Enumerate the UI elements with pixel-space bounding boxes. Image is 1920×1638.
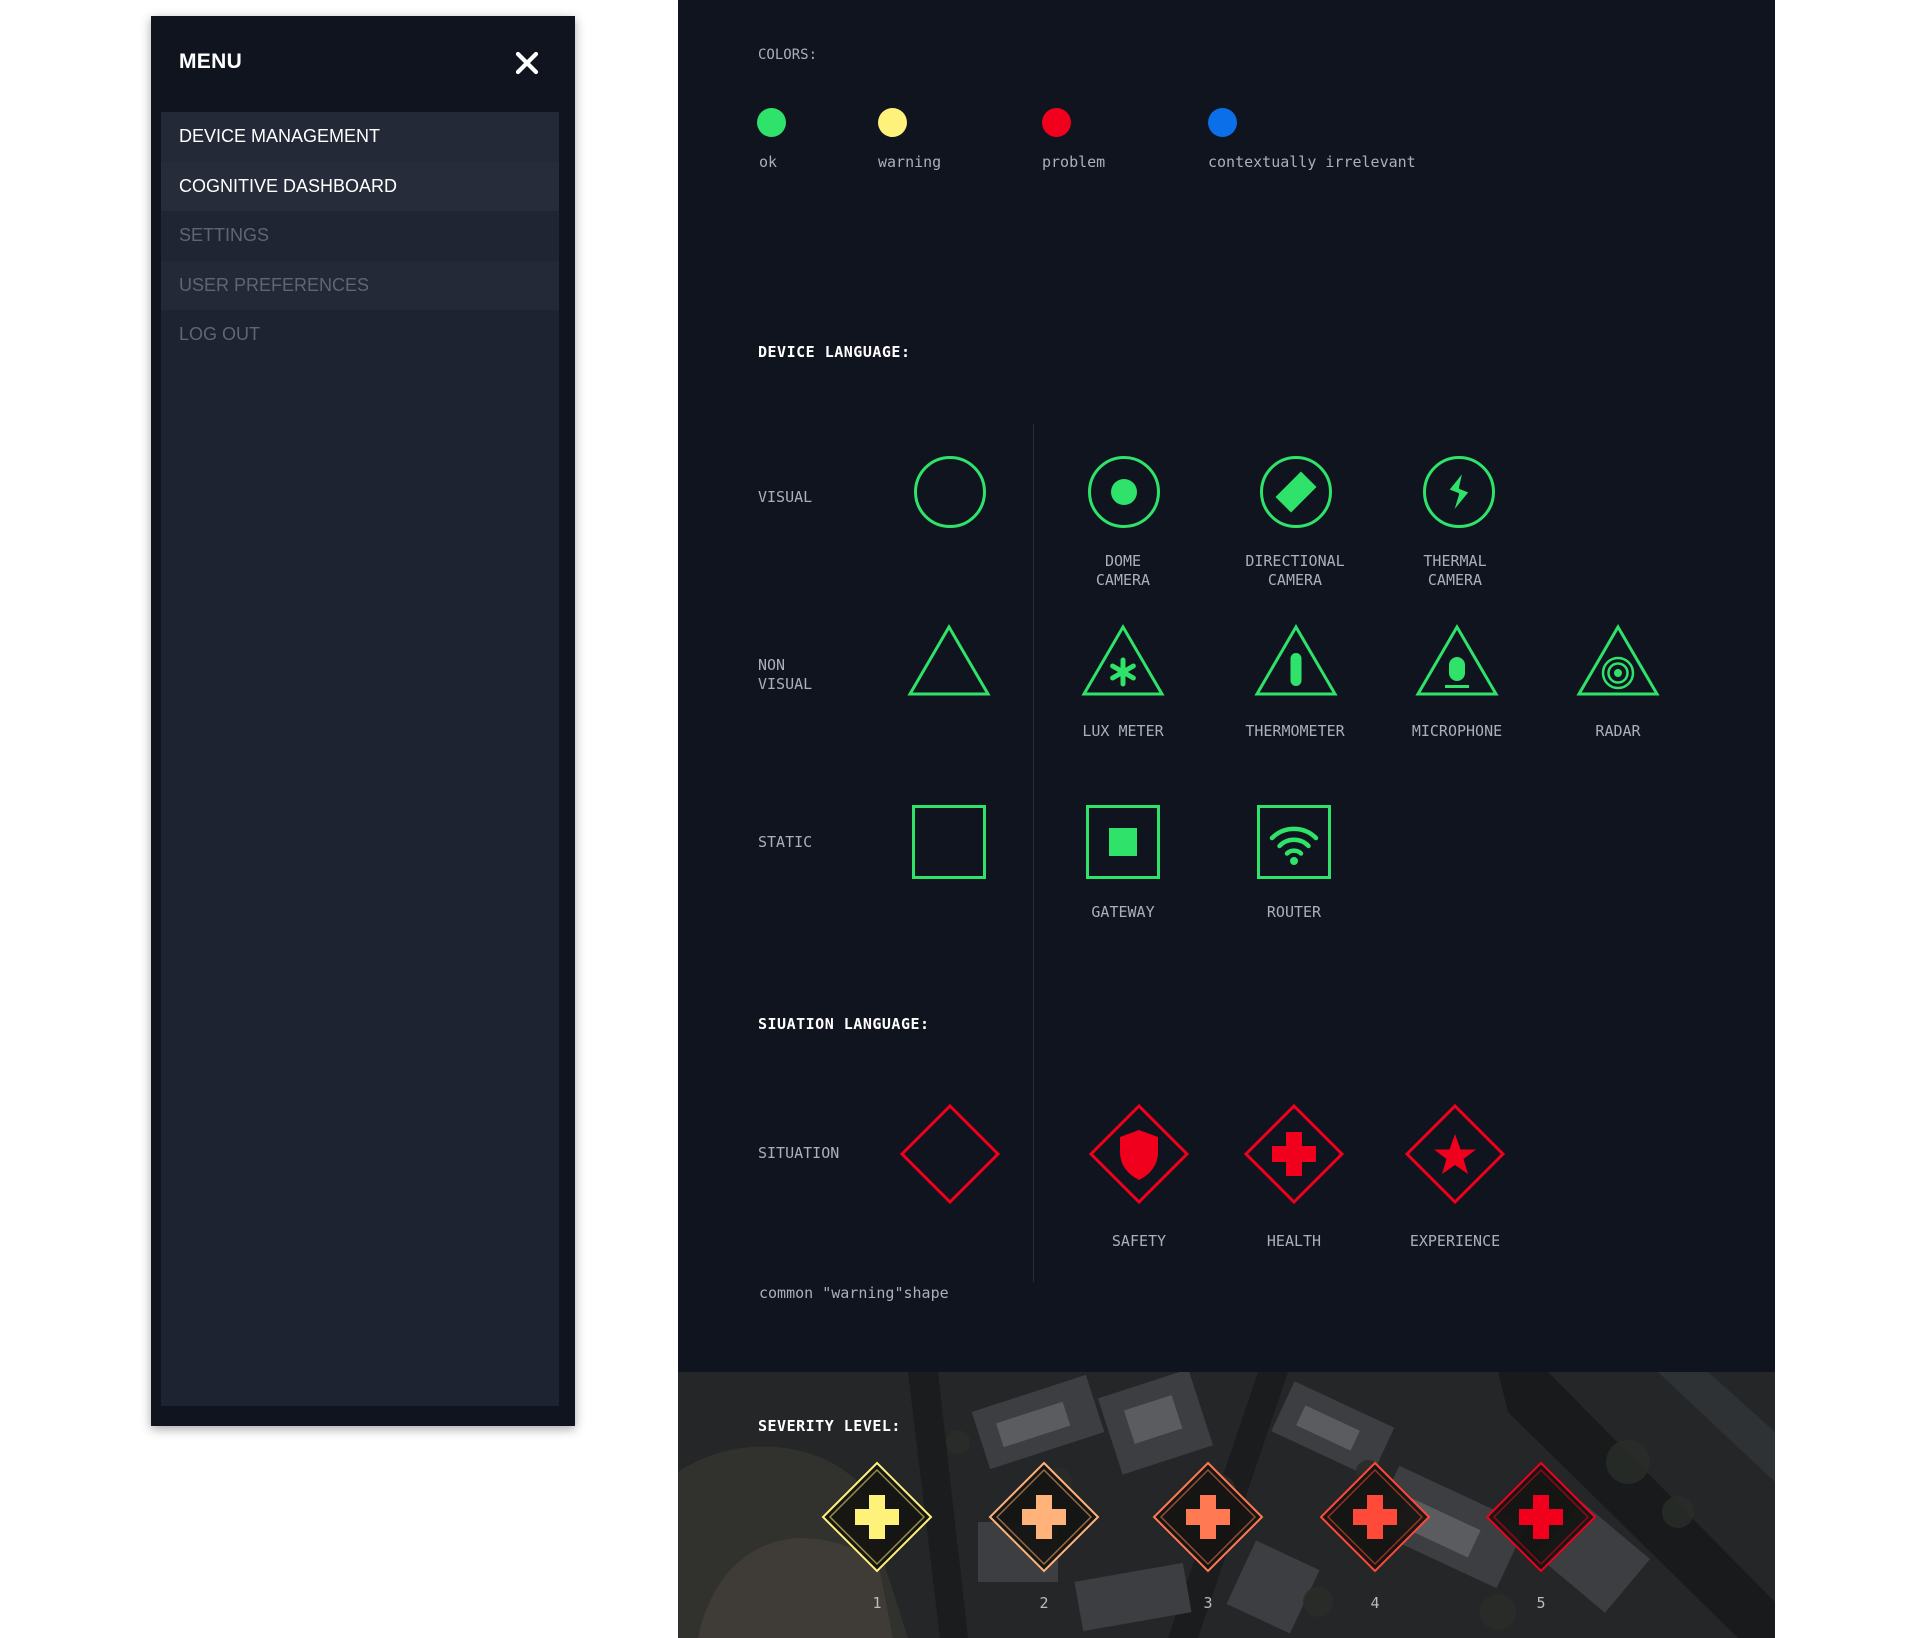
color-label-warning: warning — [878, 153, 942, 171]
colors-title: COLORS: — [758, 47, 818, 63]
menu-panel: MENU DEVICE MANAGEMENT COGNITIVE DASHBOA… — [151, 16, 575, 1426]
severity-badge-1 — [821, 1461, 933, 1573]
color-dot-warning — [878, 108, 907, 137]
severity-label-2: 2 — [1039, 1594, 1049, 1612]
microphone-label: MICROPHONE — [1411, 722, 1503, 740]
severity-badge-3 — [1152, 1461, 1264, 1573]
directional-camera-icon — [1260, 456, 1332, 528]
cross-icon — [1243, 1103, 1345, 1205]
thermal-camera-icon — [1423, 456, 1495, 528]
severity-badge-5 — [1485, 1461, 1597, 1573]
menu-item-device-management[interactable]: DEVICE MANAGEMENT — [161, 112, 559, 162]
thermal-camera-label: THERMAL CAMERA — [1423, 552, 1487, 589]
radar-label: RADAR — [1595, 722, 1641, 740]
severity-label-5: 5 — [1536, 1594, 1546, 1612]
severity-label-3: 3 — [1203, 1594, 1213, 1612]
gateway-label: GATEWAY — [1091, 903, 1155, 921]
column-divider — [1033, 424, 1034, 1282]
row-label-situation: SITUATION — [758, 1144, 840, 1162]
device-language-title: DEVICE LANGUAGE: — [758, 343, 911, 361]
color-dot-contextually-irrelevant — [1208, 108, 1237, 137]
situation-note: common "warning"shape — [759, 1284, 949, 1302]
static-base-square-icon — [912, 805, 986, 879]
close-icon — [515, 51, 539, 75]
situation-base-diamond-icon — [899, 1103, 1001, 1205]
directional-camera-label: DIRECTIONAL CAMERA — [1245, 552, 1345, 589]
menu-item-log-out[interactable]: LOG OUT — [161, 310, 559, 360]
severity-label-4: 4 — [1370, 1594, 1380, 1612]
visual-base-circle-icon — [914, 456, 986, 528]
row-label-static: STATIC — [758, 833, 813, 851]
safety-label: SAFETY — [1111, 1232, 1167, 1250]
legend-panel: COLORS: ok warning problem contextually … — [678, 0, 1775, 1638]
color-dot-ok — [757, 108, 786, 137]
color-dot-problem — [1042, 108, 1071, 137]
health-label: HEALTH — [1266, 1232, 1322, 1250]
close-button[interactable] — [510, 46, 544, 80]
microphone-icon — [1415, 624, 1499, 696]
non-visual-base-triangle-icon — [907, 624, 991, 696]
dome-camera-icon — [1088, 456, 1160, 528]
situation-language-title: SIUATION LANGUAGE: — [758, 1015, 930, 1033]
star-icon — [1404, 1103, 1506, 1205]
menu-list: DEVICE MANAGEMENT COGNITIVE DASHBOARD SE… — [161, 112, 559, 1406]
severity-label-1: 1 — [872, 1594, 882, 1612]
menu-item-settings[interactable]: SETTINGS — [161, 211, 559, 261]
dome-camera-label: DOME CAMERA — [1095, 552, 1151, 589]
radar-icon — [1576, 624, 1660, 696]
experience-label: EXPERIENCE — [1409, 1232, 1501, 1250]
lux-meter-label: LUX METER — [1082, 722, 1164, 740]
menu-item-user-preferences[interactable]: USER PREFERENCES — [161, 260, 559, 310]
severity-badge-2 — [988, 1461, 1100, 1573]
row-label-visual: VISUAL — [758, 488, 813, 506]
router-label: ROUTER — [1266, 903, 1322, 921]
color-label-problem: problem — [1042, 153, 1106, 171]
thermometer-icon — [1254, 624, 1338, 696]
severity-map-area: SEVERITY LEVEL: 1 2 3 4 5 — [678, 1372, 1775, 1638]
thermometer-label: THERMOMETER — [1245, 722, 1345, 740]
color-label-contextually-irrelevant: contextually irrelevant — [1208, 153, 1416, 171]
gateway-icon — [1086, 805, 1160, 879]
shield-icon — [1088, 1103, 1190, 1205]
severity-badge-4 — [1319, 1461, 1431, 1573]
router-icon — [1257, 805, 1331, 879]
row-label-non-visual: NON VISUAL — [758, 656, 813, 693]
severity-badges — [821, 1461, 1597, 1573]
menu-item-cognitive-dashboard[interactable]: COGNITIVE DASHBOARD — [161, 161, 559, 211]
lux-meter-icon — [1081, 624, 1165, 696]
menu-title: MENU — [179, 50, 243, 73]
color-label-ok: ok — [759, 153, 778, 171]
